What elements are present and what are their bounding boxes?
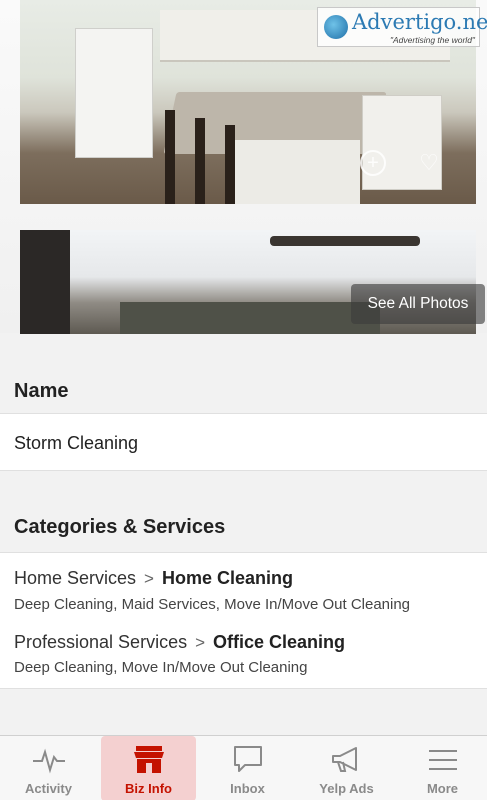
name-heading: Name: [14, 380, 69, 402]
photo-detail: [195, 118, 205, 204]
categories-heading: Categories & Services: [14, 516, 226, 538]
category-path: Home Services > Home Cleaning: [14, 568, 293, 589]
storefront-icon: [133, 746, 164, 773]
category-services: Deep Cleaning, Move In/Move Out Cleaning: [14, 659, 308, 676]
add-photo-icon[interactable]: +: [360, 150, 386, 176]
activity-pulse-icon: [32, 748, 65, 774]
tab-label: Biz Info: [125, 781, 172, 796]
watermark-tagline: "Advertising the world": [390, 35, 475, 45]
photo-detail: [20, 230, 70, 334]
tab-more[interactable]: More: [398, 736, 487, 800]
category-path: Professional Services > Office Cleaning: [14, 632, 345, 653]
categories-list[interactable]: Home Services > Home Cleaning Deep Cleanin…: [0, 552, 487, 689]
chevron-right-icon: >: [144, 569, 154, 588]
tab-activity[interactable]: Activity: [0, 736, 97, 800]
photo-detail: [230, 140, 360, 204]
speech-bubble-icon: [233, 746, 262, 772]
category-parent: Professional Services: [14, 632, 188, 652]
photo-detail: [120, 302, 380, 334]
chevron-right-icon: >: [195, 633, 206, 652]
tab-label: Yelp Ads: [319, 781, 374, 796]
photo-detail: [75, 28, 153, 158]
category-child: Office Cleaning: [213, 632, 346, 652]
business-name: Storm Cleaning: [14, 433, 139, 453]
category-child: Home Cleaning: [161, 568, 294, 588]
tab-label: Activity: [25, 781, 72, 796]
category-parent: Home Services: [14, 568, 137, 588]
ceiling-fan-detail: [270, 236, 420, 246]
tab-label: More: [426, 781, 459, 796]
photo-gallery[interactable]: + ♡ See All Photos: [0, 0, 487, 334]
heart-icon[interactable]: ♡: [416, 150, 442, 176]
photo-detail: [225, 125, 235, 204]
category-services: Deep Cleaning, Maid Services, Move In/Mo…: [14, 596, 411, 613]
megaphone-icon: [331, 747, 357, 772]
photo-detail: [165, 110, 175, 204]
watermark-brand: Advertigo.net: [352, 10, 487, 34]
tab-inbox[interactable]: Inbox: [199, 736, 296, 800]
hamburger-menu-icon: [428, 750, 457, 770]
watermark-logo: Advertigo.net "Advertising the world": [317, 7, 487, 47]
tab-yelp-ads[interactable]: Yelp Ads: [298, 736, 395, 800]
see-all-photos-button[interactable]: See All Photos: [351, 284, 485, 324]
tab-label: Inbox: [230, 781, 265, 796]
globe-icon: [324, 15, 348, 39]
name-row[interactable]: Storm Cleaning: [0, 413, 487, 471]
bottom-tab-bar: Activity Biz Info Inbox Yelp Ads More: [0, 735, 487, 800]
tab-biz-info[interactable]: Biz Info: [101, 736, 196, 800]
